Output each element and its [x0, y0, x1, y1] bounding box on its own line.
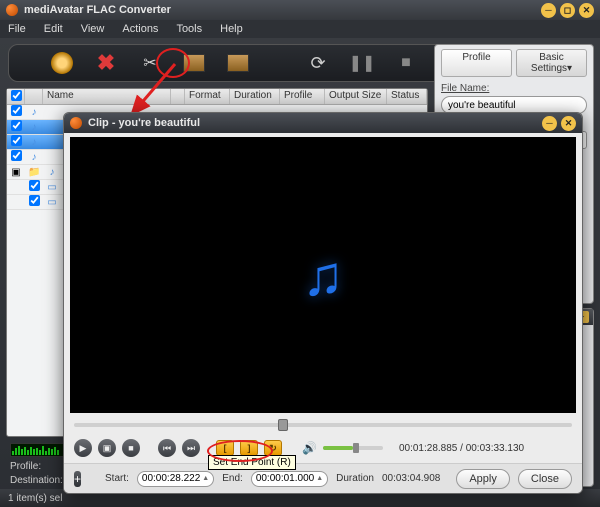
status-text: 1 item(s) sel [8, 493, 62, 504]
apply-button[interactable]: Apply [456, 469, 510, 489]
music-icon: ♪ [25, 152, 43, 163]
filename-label: File Name: [441, 83, 587, 94]
volume-icon: 🔊 [302, 441, 317, 455]
end-label: End: [222, 473, 243, 484]
main-window: mediAvatar FLAC Converter ─ ◻ ✕ File Edi… [0, 0, 600, 507]
crop-button[interactable] [225, 50, 251, 76]
clip-titlebar: Clip - you're beautiful ─ ✕ [64, 113, 582, 133]
duration-label: Duration [336, 473, 374, 484]
app-logo-icon [6, 4, 18, 16]
replay-segment-button[interactable]: ↻ [264, 440, 282, 456]
next-frame-button[interactable]: ⏭ [182, 439, 200, 457]
main-titlebar: mediAvatar FLAC Converter ─ ◻ ✕ [0, 0, 600, 20]
timeline-playhead[interactable] [278, 419, 288, 431]
row-checkbox[interactable] [29, 195, 40, 206]
music-icon: ♪ [25, 137, 43, 148]
prev-frame-button[interactable]: ⏮ [158, 439, 176, 457]
menu-view[interactable]: View [81, 23, 105, 35]
music-note-icon: ♫ [302, 243, 344, 308]
row-checkbox[interactable] [11, 135, 22, 146]
clip-icon: ▭ [43, 197, 61, 208]
col-status[interactable]: Status [387, 89, 427, 104]
clip-icon: ▭ [43, 182, 61, 193]
remove-button[interactable]: ✖ [93, 50, 119, 76]
menubar: File Edit View Actions Tools Help [0, 20, 600, 38]
clip-title-text: Clip - you're beautiful [88, 117, 200, 129]
tab-profile[interactable]: Profile [441, 49, 512, 77]
clip-button[interactable]: ✂ [137, 50, 163, 76]
clip-controls: ▶ ▣ ■ ⏮ ⏭ [ ] ↻ 🔊 00:01:28.885 / 00:03:3… [64, 433, 582, 463]
tooltip-set-end: Set End Point (R) [208, 455, 296, 470]
start-label: Start: [105, 473, 129, 484]
menu-tools[interactable]: Tools [176, 23, 202, 35]
row-checkbox[interactable] [11, 150, 22, 161]
app-title: mediAvatar FLAC Converter [24, 4, 171, 16]
time-readout: 00:01:28.885 / 00:03:33.130 [399, 443, 524, 454]
music-icon: ♪ [43, 167, 61, 178]
col-output-size[interactable]: Output Size [325, 89, 387, 104]
folder-icon: 📁 [25, 167, 43, 178]
menu-actions[interactable]: Actions [122, 23, 158, 35]
window-minimize-button[interactable]: ─ [541, 3, 556, 18]
clip-minimize-button[interactable]: ─ [542, 116, 557, 131]
clip-bottom-bar: + Start: 00:00:28.222▲ End: 00:00:01.000… [64, 463, 582, 493]
clip-timeline[interactable] [74, 417, 572, 433]
window-close-button[interactable]: ✕ [579, 3, 594, 18]
close-button[interactable]: Close [518, 469, 572, 489]
add-segment-button[interactable]: + [74, 471, 81, 487]
duration-value: 00:03:04.908 [382, 473, 440, 484]
convert-button[interactable]: ⟳ [305, 50, 331, 76]
clip-logo-icon [70, 117, 82, 129]
col-name[interactable]: Name [43, 89, 171, 104]
menu-edit[interactable]: Edit [44, 23, 63, 35]
add-disc-button[interactable] [49, 50, 75, 76]
window-maximize-button[interactable]: ◻ [560, 3, 575, 18]
volume-slider[interactable] [323, 446, 383, 450]
col-duration[interactable]: Duration [230, 89, 280, 104]
row-checkbox[interactable] [11, 120, 22, 131]
stop2-button[interactable]: ■ [122, 439, 140, 457]
clip-preview: ♫ [70, 137, 576, 413]
header-checkbox[interactable] [11, 90, 22, 101]
stop-button[interactable]: ■ [393, 50, 419, 76]
end-time-input[interactable]: 00:00:01.000▲ [251, 471, 328, 487]
tab-basic-settings[interactable]: Basic Settings▾ [516, 49, 587, 77]
menu-file[interactable]: File [8, 23, 26, 35]
clip-dialog: Clip - you're beautiful ─ ✕ ♫ ▶ ▣ ■ ⏮ ⏭ … [63, 112, 583, 494]
row-checkbox[interactable] [11, 105, 22, 116]
col-profile[interactable]: Profile [280, 89, 325, 104]
clip-close-button[interactable]: ✕ [561, 116, 576, 131]
set-start-button[interactable]: [ [216, 440, 234, 456]
music-icon: ♪ [25, 122, 43, 133]
row-checkbox[interactable] [29, 180, 40, 191]
film2-icon [227, 54, 249, 72]
snapshot-button[interactable]: ▣ [98, 439, 116, 457]
effects-button[interactable] [181, 50, 207, 76]
film-icon [183, 54, 205, 72]
list-header: Name Format Duration Profile Output Size… [7, 89, 427, 105]
set-end-button[interactable]: ] [240, 440, 258, 456]
disc-icon [51, 52, 73, 74]
menu-help[interactable]: Help [220, 23, 243, 35]
start-time-input[interactable]: 00:00:28.222▲ [137, 471, 214, 487]
col-format[interactable]: Format [185, 89, 230, 104]
play-button[interactable]: ▶ [74, 439, 92, 457]
music-icon: ♪ [25, 107, 43, 118]
pause-button[interactable]: ❚❚ [349, 50, 375, 76]
